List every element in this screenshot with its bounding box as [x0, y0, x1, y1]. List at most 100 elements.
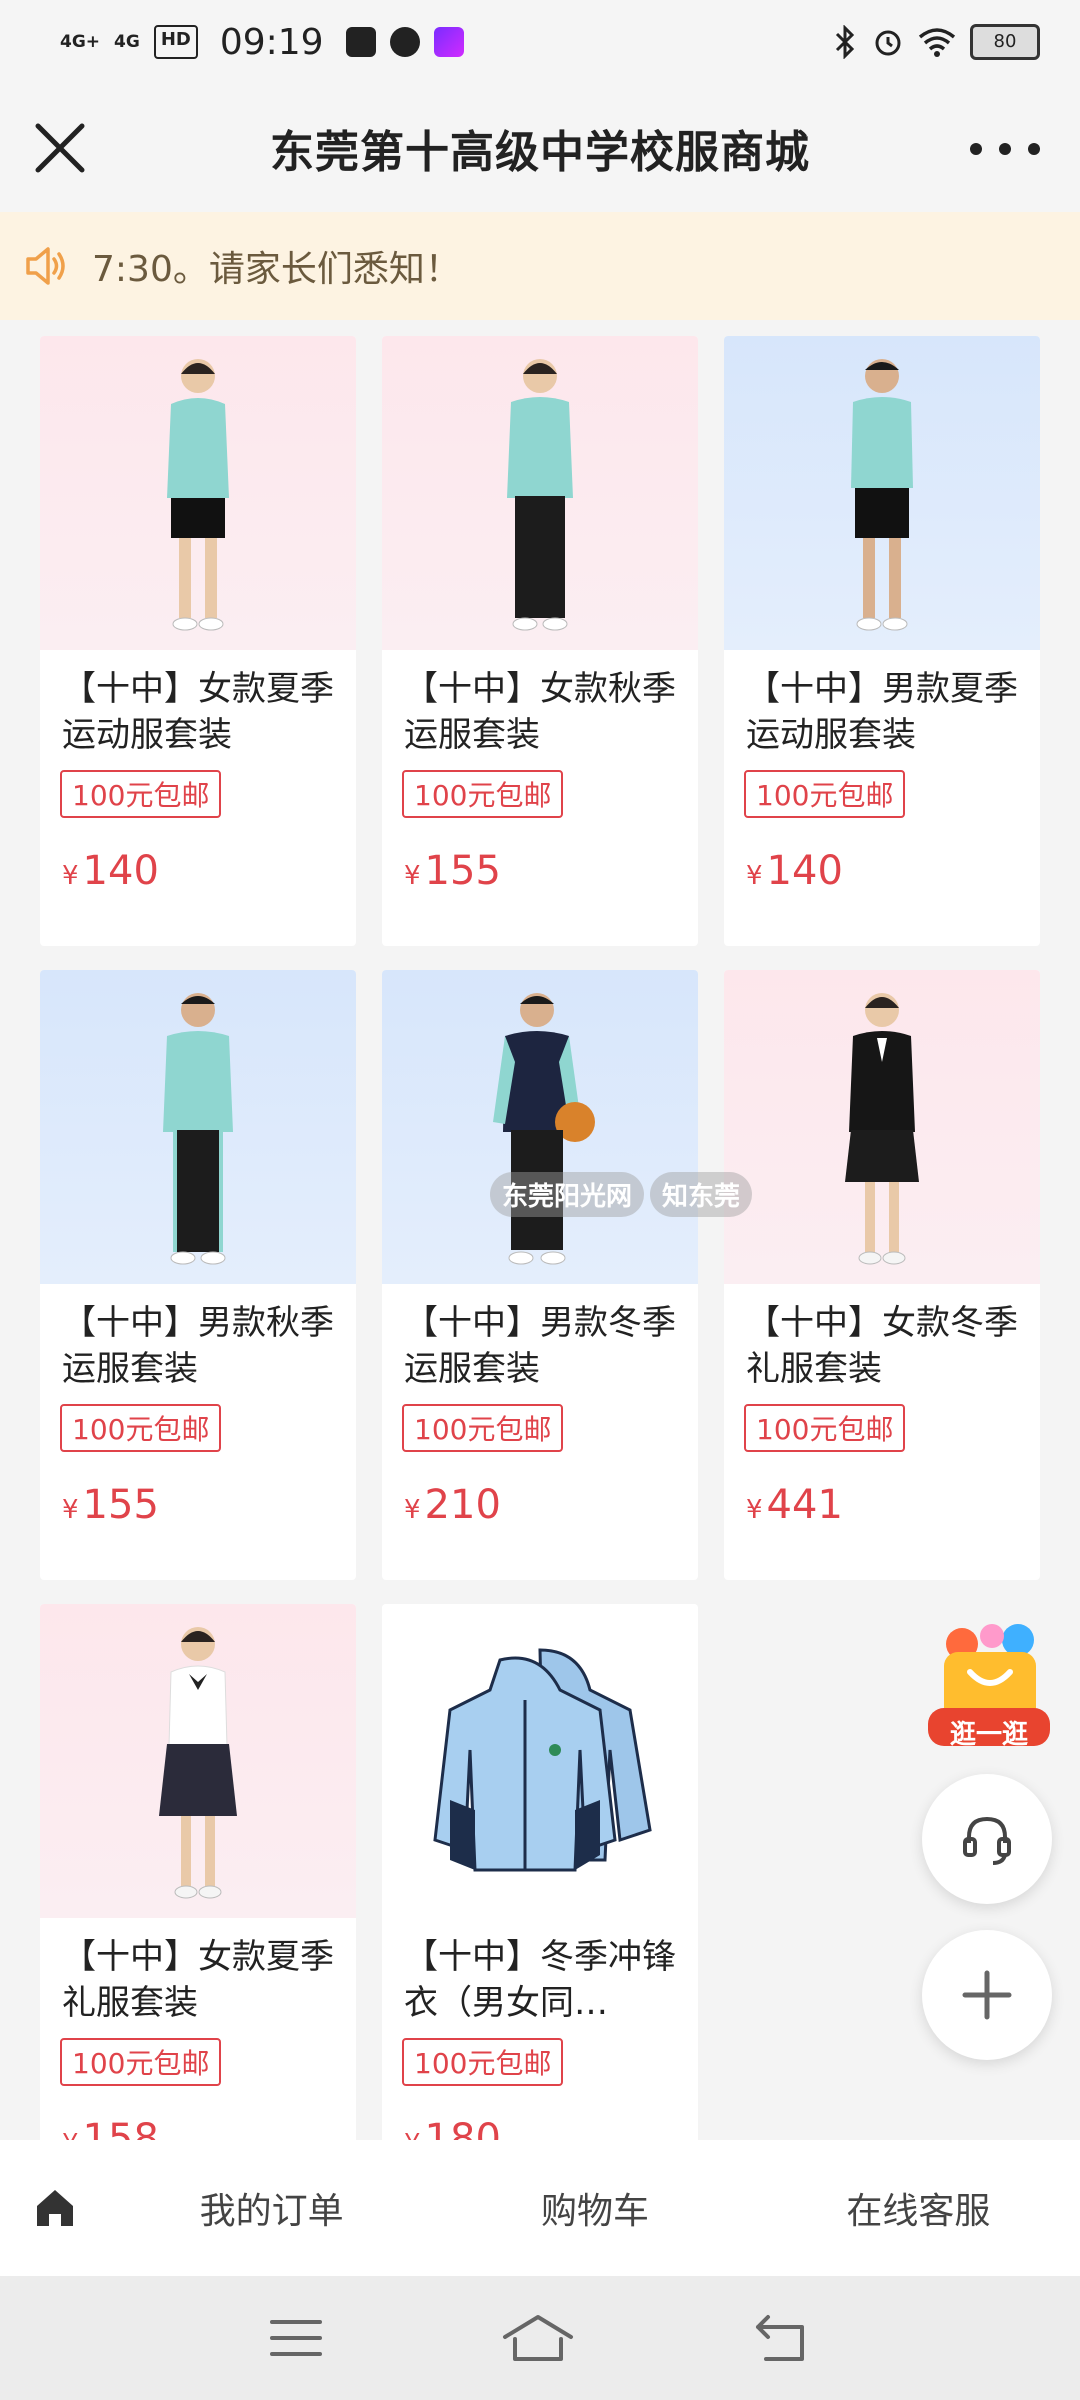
nav-shopping-cart[interactable]: 购物车 [433, 2182, 756, 2234]
student-summer-formal-girl-image [159, 1627, 237, 1899]
shop-around-label: 逛一逛 [949, 1720, 1028, 1750]
battery-level: 80 [993, 31, 1017, 52]
product-image[interactable] [382, 1604, 698, 1918]
product-price: ¥180 [404, 2116, 698, 2140]
product-title: 【十中】男款夏季运动服套装 [746, 669, 1018, 755]
price-value: 140 [766, 848, 843, 894]
nav-my-orders[interactable]: 我的订单 [110, 2182, 433, 2234]
free-shipping-badge: 100元包邮 [402, 2038, 564, 2086]
nav-home[interactable] [0, 2186, 110, 2230]
product-price: ¥158 [62, 2116, 356, 2140]
free-shipping-badge: 100元包邮 [60, 1404, 222, 1452]
product-title: 【十中】冬季冲锋衣（男女同… [404, 1937, 676, 2023]
headset-icon [963, 1816, 1011, 1865]
product-price: ¥441 [746, 1482, 1040, 1528]
bluetooth-icon [835, 25, 855, 59]
product-price: ¥155 [404, 848, 698, 894]
product-price: ¥155 [62, 1482, 356, 1528]
student-autumn-boy-image [163, 993, 233, 1265]
network-4g-plus: 4G+ [60, 33, 100, 51]
clock-time: 09:19 [219, 21, 324, 63]
free-shipping-badge: 100元包邮 [744, 1404, 906, 1452]
product-image[interactable] [40, 970, 356, 1284]
product-card[interactable]: 【十中】男款秋季运服套装 100元包邮 ¥155 [40, 970, 356, 1580]
more-options-button[interactable] [970, 124, 1040, 174]
price-value: 441 [766, 1482, 843, 1528]
customer-service-button[interactable] [922, 1774, 1052, 1904]
nav-online-service[interactable]: 在线客服 [757, 2182, 1080, 2234]
currency-symbol: ¥ [62, 861, 79, 891]
speaker-icon [26, 247, 65, 285]
product-card[interactable]: 【十中】女款秋季运服套装 100元包邮 ¥155 [382, 336, 698, 946]
battery-indicator: 80 [970, 24, 1040, 60]
dot-icon [999, 143, 1011, 155]
menu-icon[interactable] [268, 2316, 324, 2360]
product-image[interactable] [382, 336, 698, 650]
notice-text: 7:30。请家长们悉知！ [92, 249, 461, 290]
currency-symbol: ¥ [404, 2129, 421, 2140]
add-button[interactable] [922, 1930, 1052, 2060]
currency-symbol: ¥ [746, 861, 763, 891]
wifi-icon [918, 28, 956, 57]
currency-symbol: ¥ [62, 1495, 79, 1525]
product-card[interactable]: 【十中】男款冬季运服套装 100元包邮 ¥210 [382, 970, 698, 1580]
network-label-1: 4G+ [60, 32, 101, 52]
product-image[interactable] [40, 336, 356, 650]
product-title: 【十中】女款夏季礼服套装 [62, 1937, 334, 2023]
app-header: 东莞第十高级中学校服商城 [0, 84, 1080, 212]
product-title: 【十中】男款秋季运服套装 [62, 1303, 334, 1389]
student-summer-girl-image [167, 359, 229, 631]
price-value: 155 [424, 848, 501, 894]
windbreaker-jacket-image [433, 1648, 652, 1872]
status-bar: 4G+ 4G HD 09:19 80 [0, 0, 1080, 84]
currency-symbol: ¥ [404, 1495, 421, 1525]
shop-around-button[interactable]: 逛一逛 [922, 1618, 1056, 1750]
price-value: 140 [82, 848, 159, 894]
currency-symbol: ¥ [746, 1495, 763, 1525]
student-autumn-girl-image [507, 359, 573, 631]
back-icon[interactable] [752, 2313, 812, 2363]
compass-icon [389, 27, 420, 57]
close-icon[interactable] [30, 118, 90, 178]
alarm-icon [875, 30, 901, 56]
product-card[interactable]: 【十中】冬季冲锋衣（男女同… 100元包邮 ¥180 [382, 1604, 698, 2140]
price-value: 155 [82, 1482, 159, 1528]
currency-symbol: ¥ [62, 2129, 79, 2140]
home-icon [37, 2190, 73, 2226]
currency-symbol: ¥ [404, 861, 421, 891]
book-icon [345, 27, 376, 57]
watermark-left: 东莞阳光网 [490, 1171, 645, 1217]
price-value: 180 [424, 2116, 501, 2140]
product-card[interactable]: 【十中】女款夏季礼服套装 100元包邮 ¥158 [40, 1604, 356, 2140]
system-navigation-bar [0, 2276, 1080, 2400]
product-title: 【十中】女款秋季运服套装 [404, 669, 676, 755]
network-label-2: 4G [114, 32, 140, 52]
watermark: 东莞阳光网 知东莞 [490, 1168, 834, 1220]
free-shipping-badge: 100元包邮 [744, 770, 906, 818]
video-app-icon [433, 27, 464, 57]
free-shipping-badge: 100元包邮 [402, 1404, 564, 1452]
product-image[interactable] [724, 970, 1040, 1284]
system-home-icon[interactable] [501, 2313, 575, 2363]
network-4g: 4G [114, 33, 140, 51]
page-title: 东莞第十高级中学校服商城 [270, 127, 810, 178]
student-summer-boy-image [851, 359, 913, 631]
hd-icon: HD [153, 25, 198, 59]
free-shipping-badge: 100元包邮 [402, 770, 564, 818]
product-title: 【十中】男款冬季运服套装 [404, 1303, 676, 1389]
product-price: ¥210 [404, 1482, 698, 1528]
product-card[interactable]: 【十中】女款冬季礼服套装 100元包邮 ¥441 [724, 970, 1040, 1580]
student-winter-boy-image [493, 993, 595, 1265]
price-value: 158 [82, 2116, 159, 2140]
product-grid: 【十中】女款夏季运动服套装 100元包邮 ¥140 【十中】女款秋季运服套装 1… [0, 320, 1080, 2140]
product-card[interactable]: 【十中】女款夏季运动服套装 100元包邮 ¥140 [40, 336, 356, 946]
free-shipping-badge: 100元包邮 [60, 770, 222, 818]
bottom-navigation: 我的订单 购物车 在线客服 [0, 2140, 1080, 2276]
dot-icon [970, 143, 982, 155]
watermark-right: 知东莞 [650, 1171, 753, 1217]
product-image[interactable] [724, 336, 1040, 650]
notice-bar[interactable]: 7:30。请家长们悉知！ [0, 212, 1080, 320]
product-image[interactable] [382, 970, 698, 1284]
product-card[interactable]: 【十中】男款夏季运动服套装 100元包邮 ¥140 [724, 336, 1040, 946]
product-image[interactable] [40, 1604, 356, 1918]
